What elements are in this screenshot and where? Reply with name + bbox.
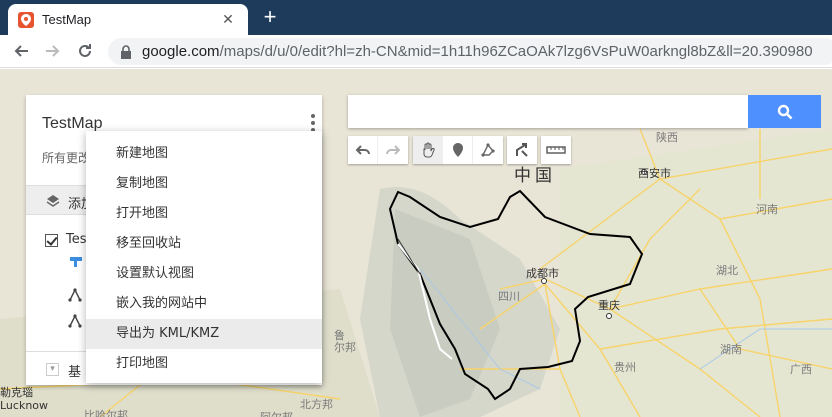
url-path: /maps/d/u/0/edit?hl=zh-CN&mid=1h11h96ZCa… [219,43,813,60]
menu-item-copy-map[interactable]: 复制地图 [86,169,322,199]
browser-tab[interactable]: TestMap ✕ [8,4,248,35]
menu-item-open-map[interactable]: 打开地图 [86,199,322,229]
url-text: google.com/maps/d/u/0/edit?hl=zh-CN&mid=… [142,43,813,60]
city-chengdu: 成都市 [526,267,559,280]
province-hunan: 湖南 [720,343,742,356]
city-lucknow-en: Lucknow [0,399,49,412]
menu-item-embed[interactable]: 嵌入我的网站中 [86,289,322,319]
undo-redo-group [348,136,408,164]
city-xian: 西安市 [638,167,671,180]
ruler-icon[interactable] [541,136,571,164]
line-feature-icon[interactable] [68,314,82,328]
tab-title: TestMap [42,12,92,27]
country-label: 中国 [514,166,556,186]
map-options-menu: 新建地图 复制地图 打开地图 移至回收站 设置默认视图 嵌入我的网站中 导出为 … [86,131,322,383]
city-dot [606,313,612,319]
menu-item-move-to-trash[interactable]: 移至回收站 [86,229,322,259]
province-henan: 河南 [756,203,778,216]
save-status: 所有更改 [42,151,91,165]
base-map-label: 基 [68,365,82,380]
drawing-tools [413,136,503,164]
directions-icon[interactable] [507,136,537,164]
menu-item-new-map[interactable]: 新建地图 [86,139,322,169]
undo-icon[interactable] [348,136,378,164]
lock-icon [121,44,131,59]
city-chongqing: 重庆 [598,299,620,312]
region-label: 阿尔邦 [260,409,293,417]
back-arrow-icon[interactable] [5,35,37,67]
line-feature-icon[interactable] [68,288,82,302]
region-label: 比哈尔邦 [84,409,128,417]
province-guizhou: 贵州 [614,361,636,374]
province-sichuan: 四川 [498,290,520,303]
measure-tool [541,136,571,164]
forward-arrow-icon[interactable] [37,35,69,67]
region-label: 尔邦 [334,341,356,354]
reload-icon[interactable] [69,35,101,67]
menu-item-set-default-view[interactable]: 设置默认视图 [86,259,322,289]
layers-icon [46,195,60,207]
chevron-down-icon[interactable]: ▾ [46,363,59,376]
redo-icon[interactable] [378,136,408,164]
browser-toolbar: google.com/maps/d/u/0/edit?hl=zh-CN&mid=… [0,35,832,68]
draw-line-icon[interactable] [473,136,503,164]
marker-icon[interactable] [443,136,473,164]
province-shaanxi: 陕西 [656,131,678,144]
search-button[interactable] [748,95,821,128]
url-domain: google.com [142,43,220,60]
address-bar[interactable]: google.com/maps/d/u/0/edit?hl=zh-CN&mid=… [108,38,832,65]
menu-item-export-kml[interactable]: 导出为 KML/KMZ [86,319,322,349]
search-icon [777,104,792,119]
province-guangxi: 广西 [790,363,812,376]
city-lucknow-cn: 勒克瑙 [0,386,33,399]
layer-checkbox[interactable] [45,234,58,247]
map-search-input[interactable] [348,95,748,128]
directions-tool [507,136,537,164]
close-icon[interactable]: ✕ [218,12,238,28]
tab-bar: TestMap ✕ + [0,0,832,35]
layer-name[interactable]: Tes [66,232,87,247]
region-label: 北方邦 [300,398,333,411]
province-hubei: 湖北 [716,264,738,277]
style-icon-stem [74,257,77,267]
hand-icon[interactable] [413,136,443,164]
new-tab-button[interactable]: + [258,6,282,30]
map-pin-icon [18,11,34,28]
menu-item-print-map[interactable]: 打印地图 [86,349,322,379]
